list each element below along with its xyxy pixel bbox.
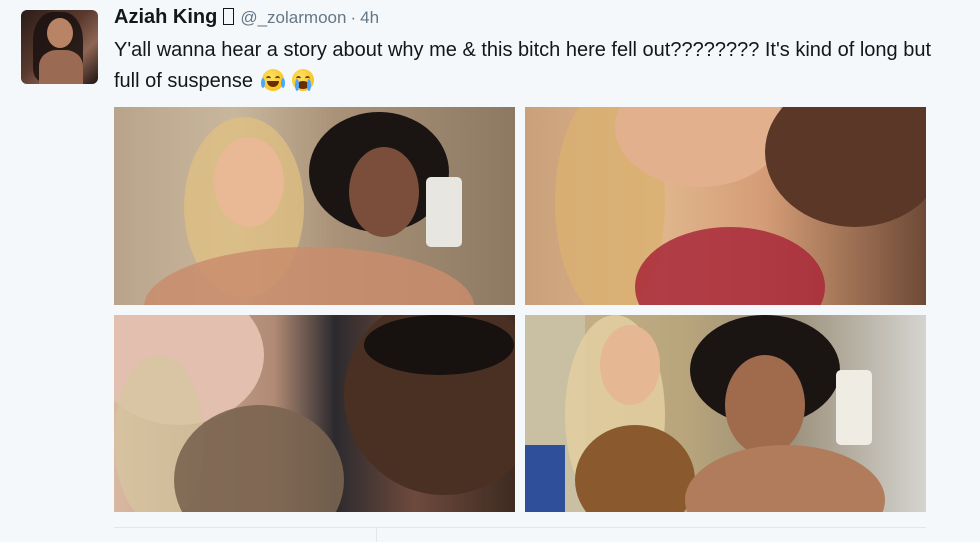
tweet-header: Aziah King @_zolarmoon · 4h: [114, 6, 379, 32]
tweet-footer-divider: [114, 527, 926, 528]
tweet-text-block: Y'all wanna hear a story about why me & …: [114, 36, 944, 96]
tweet-footer-column-divider: [376, 528, 377, 542]
tweet-text: Y'all wanna hear a story about why me & …: [114, 39, 932, 92]
header-separator: ·: [350, 8, 357, 27]
author-name[interactable]: Aziah King: [114, 6, 217, 29]
photo-1[interactable]: [114, 107, 515, 305]
face-with-tears-of-joy-icon: [260, 69, 285, 91]
avatar-body-shape: [39, 50, 83, 84]
tweet-timestamp[interactable]: 4h: [360, 8, 379, 28]
photo-2[interactable]: [525, 107, 926, 305]
avatar-face-shape: [47, 18, 73, 48]
tweet: Aziah King @_zolarmoon · 4h Y'all wanna …: [0, 0, 980, 542]
photo-grid: [114, 107, 926, 512]
photo-4[interactable]: [525, 315, 926, 512]
author-avatar[interactable]: [21, 10, 98, 84]
missing-glyph-icon: [223, 8, 235, 25]
photo-3[interactable]: [114, 315, 515, 512]
loudly-crying-face-icon: [292, 69, 315, 91]
author-handle[interactable]: @_zolarmoon: [240, 8, 346, 28]
